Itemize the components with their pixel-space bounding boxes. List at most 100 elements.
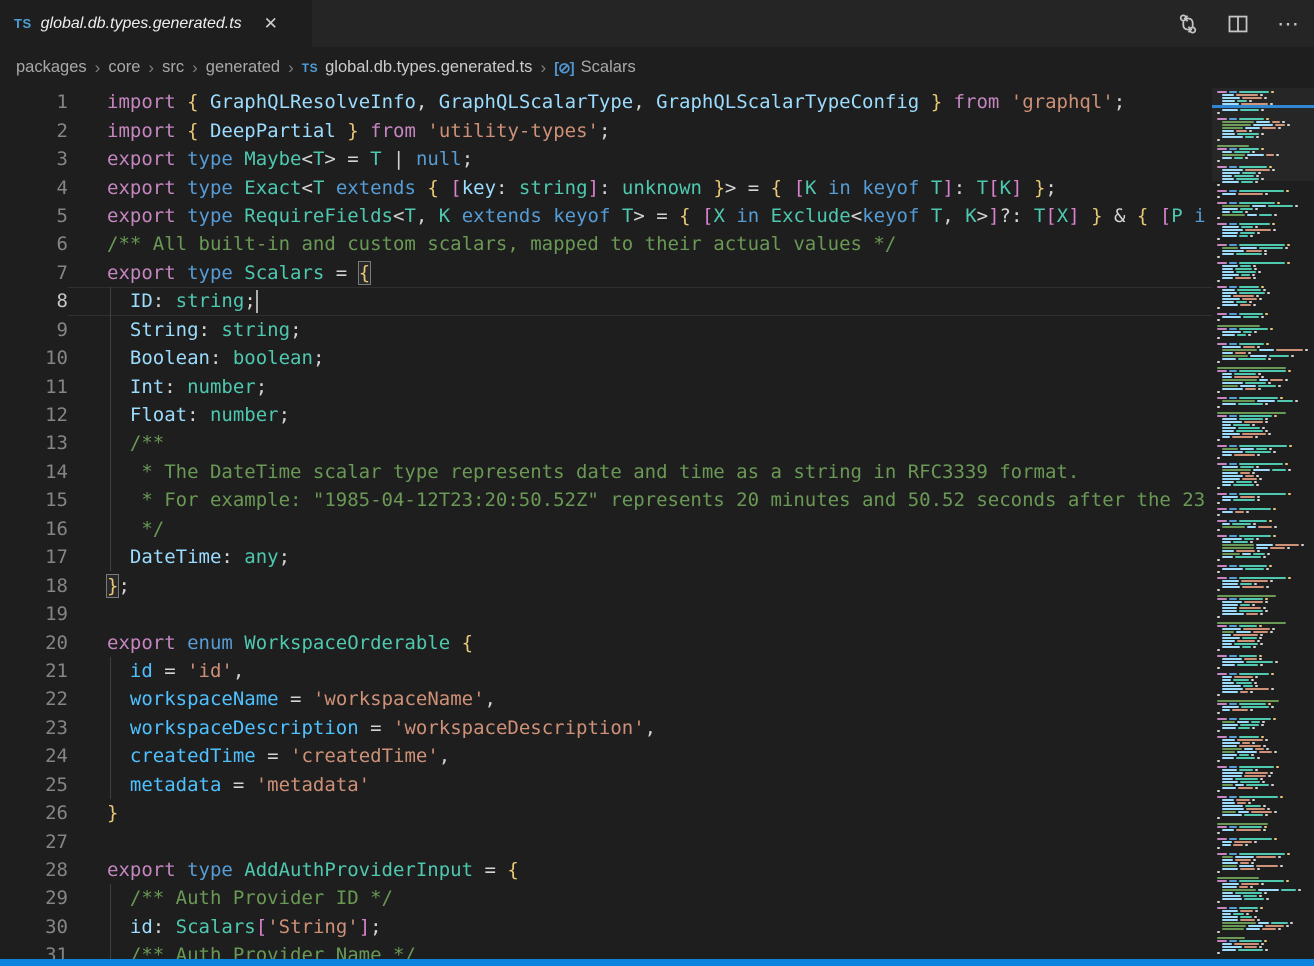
code-line[interactable]: 25 metadata = 'metadata': [0, 771, 1212, 799]
code-token: |: [382, 148, 416, 170]
breadcrumb-item-global-db-types-generated-ts[interactable]: TSglobal.db.types.generated.ts: [302, 58, 533, 77]
code-token: metadata: [130, 774, 222, 796]
line-number[interactable]: 14: [0, 461, 68, 483]
minimap-line: [1217, 856, 1314, 858]
line-number[interactable]: 19: [0, 603, 68, 625]
compare-changes-icon[interactable]: [1176, 12, 1200, 36]
minimap-line: [1217, 286, 1314, 288]
code-token: ;: [118, 575, 129, 597]
code-line[interactable]: 20export enum WorkspaceOrderable {: [0, 628, 1212, 656]
code-line[interactable]: 18};: [0, 571, 1212, 599]
line-number[interactable]: 25: [0, 774, 68, 796]
minimap-line: [1217, 811, 1314, 813]
code-token: ]: [1068, 205, 1079, 227]
line-number[interactable]: 17: [0, 546, 68, 568]
code-line[interactable]: 3export type Maybe<T> = T | null;: [0, 145, 1212, 173]
line-number[interactable]: 5: [0, 205, 68, 227]
code-line[interactable]: 12 Float: number;: [0, 401, 1212, 429]
code-line[interactable]: 31 /** Auth Provider Name */: [0, 941, 1212, 959]
code-line[interactable]: 1import { GraphQLResolveInfo, GraphQLSca…: [0, 88, 1212, 116]
code-line[interactable]: 23 workspaceDescription = 'workspaceDesc…: [0, 714, 1212, 742]
code-line[interactable]: 27: [0, 827, 1212, 855]
code-line[interactable]: 22 workspaceName = 'workspaceName',: [0, 685, 1212, 713]
line-number[interactable]: 27: [0, 831, 68, 853]
code-line[interactable]: 29 /** Auth Provider ID */: [0, 884, 1212, 912]
line-number[interactable]: 3: [0, 148, 68, 170]
code-token: [691, 205, 702, 227]
code-line[interactable]: 14 * The DateTime scalar type represents…: [0, 458, 1212, 486]
line-number[interactable]: 21: [0, 660, 68, 682]
code-token: ,: [233, 660, 244, 682]
minimap-line: [1217, 319, 1314, 321]
minimap-line: [1217, 481, 1314, 483]
code-line[interactable]: 19: [0, 600, 1212, 628]
code-line[interactable]: 30 id: Scalars['String'];: [0, 913, 1212, 941]
code-line[interactable]: 5export type RequireFields<T, K extends …: [0, 202, 1212, 230]
breadcrumb-item-scalars[interactable]: [⊘]Scalars: [554, 58, 636, 77]
code-token: key: [462, 177, 496, 199]
line-number[interactable]: 13: [0, 432, 68, 454]
more-actions-icon[interactable]: ⋯: [1276, 12, 1300, 36]
tab-global-db-types-generated-ts[interactable]: TS global.db.types.generated.ts ✕: [0, 0, 312, 47]
code-token: keyof: [862, 205, 919, 227]
minimap[interactable]: [1212, 88, 1314, 959]
code-token: export: [107, 205, 187, 227]
minimap-slider[interactable]: [1212, 88, 1314, 181]
minimap-line: [1217, 721, 1314, 723]
line-number[interactable]: 15: [0, 489, 68, 511]
line-number[interactable]: 10: [0, 347, 68, 369]
code-line[interactable]: 10 Boolean: boolean;: [0, 344, 1212, 372]
code-line[interactable]: 7export type Scalars = {: [0, 259, 1212, 287]
line-number[interactable]: 16: [0, 518, 68, 540]
code-line[interactable]: 8 ID: string;: [0, 287, 1212, 315]
minimap-line: [1217, 547, 1314, 549]
code-area[interactable]: 1import { GraphQLResolveInfo, GraphQLSca…: [0, 88, 1212, 959]
line-number[interactable]: 18: [0, 575, 68, 597]
line-number[interactable]: 22: [0, 688, 68, 710]
line-number[interactable]: 11: [0, 376, 68, 398]
line-number[interactable]: 30: [0, 916, 68, 938]
breadcrumb-item-packages[interactable]: packages: [16, 58, 87, 77]
code-line[interactable]: 2import { DeepPartial } from 'utility-ty…: [0, 116, 1212, 144]
code-line-text: [68, 827, 1212, 855]
minimap-line: [1217, 778, 1314, 780]
minimap-line: [1217, 937, 1314, 939]
minimap-line: [1217, 727, 1314, 729]
line-number[interactable]: 9: [0, 319, 68, 341]
breadcrumb-item-generated[interactable]: generated: [206, 58, 280, 77]
code-line[interactable]: 15 * For example: "1985-04-12T23:20:50.5…: [0, 486, 1212, 514]
line-number[interactable]: 8: [0, 290, 68, 312]
code-line[interactable]: 28export type AddAuthProviderInput = {: [0, 856, 1212, 884]
breadcrumb: packages›core›src›generated›TSglobal.db.…: [0, 47, 1314, 88]
minimap-line: [1217, 649, 1314, 651]
code-line[interactable]: 9 String: string;: [0, 316, 1212, 344]
code-token: >: [977, 205, 988, 227]
code-line[interactable]: 21 id = 'id',: [0, 657, 1212, 685]
code-line[interactable]: 13 /**: [0, 429, 1212, 457]
line-number[interactable]: 20: [0, 632, 68, 654]
line-number[interactable]: 26: [0, 802, 68, 824]
code-line[interactable]: 11 Int: number;: [0, 372, 1212, 400]
line-number[interactable]: 28: [0, 859, 68, 881]
code-editor[interactable]: 1import { GraphQLResolveInfo, GraphQLSca…: [0, 88, 1314, 959]
line-number[interactable]: 23: [0, 717, 68, 739]
code-line[interactable]: 17 DateTime: any;: [0, 543, 1212, 571]
line-number[interactable]: 12: [0, 404, 68, 426]
line-number[interactable]: 1: [0, 91, 68, 113]
code-line[interactable]: 6/** All built-in and custom scalars, ma…: [0, 230, 1212, 258]
split-editor-icon[interactable]: [1226, 12, 1250, 36]
line-number[interactable]: 7: [0, 262, 68, 284]
code-line[interactable]: 26}: [0, 799, 1212, 827]
line-number[interactable]: 24: [0, 745, 68, 767]
line-number[interactable]: 4: [0, 177, 68, 199]
breadcrumb-item-src[interactable]: src: [162, 58, 184, 77]
code-line[interactable]: 4export type Exact<T extends { [key: str…: [0, 173, 1212, 201]
code-line[interactable]: 24 createdTime = 'createdTime',: [0, 742, 1212, 770]
code-line[interactable]: 16 */: [0, 515, 1212, 543]
line-number[interactable]: 29: [0, 887, 68, 909]
line-number[interactable]: 31: [0, 944, 68, 959]
line-number[interactable]: 6: [0, 233, 68, 255]
breadcrumb-item-core[interactable]: core: [108, 58, 140, 77]
close-icon[interactable]: ✕: [261, 13, 281, 35]
line-number[interactable]: 2: [0, 120, 68, 142]
